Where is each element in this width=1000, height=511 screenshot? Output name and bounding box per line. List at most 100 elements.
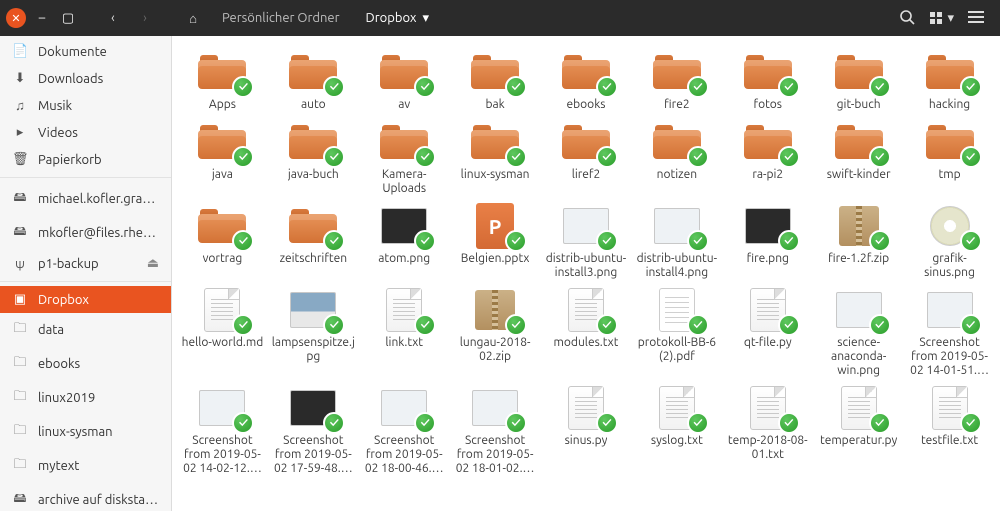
file-item[interactable]: ✓linux-sysman (451, 118, 540, 198)
file-name-label: linux-sysman (461, 168, 530, 182)
hamburger-menu-button[interactable] (968, 10, 984, 27)
folder-icon: ✓ (194, 204, 250, 248)
file-item[interactable]: ✓atom.png (360, 202, 449, 282)
sidebar-item-bookmark-6[interactable]: 🖴archive auf diskstat… (0, 483, 171, 511)
window-close-button[interactable]: ✕ (6, 8, 26, 28)
text-icon: ✓ (740, 386, 796, 430)
file-item[interactable]: ✓grafik-sinus.png (905, 202, 994, 282)
file-item[interactable]: ✓temp-2018-08-01.txt (723, 384, 812, 478)
sync-ok-badge-icon: ✓ (414, 230, 436, 252)
sync-ok-badge-icon: ✓ (778, 146, 800, 168)
file-item[interactable]: ✓av (360, 48, 449, 114)
file-item[interactable]: ✓bak (451, 48, 540, 114)
file-item[interactable]: ✓link.txt (360, 286, 449, 380)
sidebar-item-label: Musik (38, 99, 72, 113)
file-item[interactable]: ✓modules.txt (542, 286, 631, 380)
file-name-label: distrib-ubuntu-install3.png (544, 252, 629, 280)
folder-icon: ✓ (831, 50, 887, 94)
file-item[interactable]: ✓tmp (905, 118, 994, 198)
file-item[interactable]: ✓lungau-2018-02.zip (451, 286, 540, 380)
file-item[interactable]: ✓vortrag (178, 202, 267, 282)
file-item[interactable]: ✓sinus.py (542, 384, 631, 478)
file-item[interactable]: ✓distrib-ubuntu-install4.png (632, 202, 721, 282)
sidebar-item-bookmark-2[interactable]: 🗀ebooks (0, 347, 171, 381)
breadcrumb-current-label: Dropbox (366, 11, 417, 25)
file-item[interactable]: ✓lampsenspitze.jpg (269, 286, 358, 380)
file-item[interactable]: ✓java (178, 118, 267, 198)
sidebar-item-place-2[interactable]: ♫Musik (0, 92, 171, 119)
file-item[interactable]: ✓qt-file.py (723, 286, 812, 380)
file-item[interactable]: ✓hello-world.md (178, 286, 267, 380)
file-item[interactable]: ✓protokoll-BB-6 (2).pdf (632, 286, 721, 380)
sidebar-item-mount-2[interactable]: ψp1-backup⏏ (0, 250, 171, 277)
folder-icon: ✓ (558, 120, 614, 164)
file-item[interactable]: ✓auto (269, 48, 358, 114)
file-item[interactable]: ✓distrib-ubuntu-install3.png (542, 202, 631, 282)
eject-icon[interactable]: ⏏ (147, 256, 159, 271)
home-icon[interactable]: ⌂ (180, 4, 206, 32)
thumb-light-icon: ✓ (194, 386, 250, 430)
file-item[interactable]: ✓fire.png (723, 202, 812, 282)
file-item[interactable]: ✓Screenshot from 2019-05-02 18-00-46.… (360, 384, 449, 478)
window-maximize-button[interactable]: ▢ (58, 8, 78, 28)
folder-icon: ✓ (558, 50, 614, 94)
file-item[interactable]: ✓Screenshot from 2019-05-02 17-59-48.… (269, 384, 358, 478)
file-item[interactable]: ✓science-anaconda-win.png (814, 286, 903, 380)
sidebar-item-label: ebooks (38, 357, 80, 371)
file-item[interactable]: ✓notizen (632, 118, 721, 198)
file-view[interactable]: ✓Apps✓auto✓av✓bak✓ebooks✓fire2✓fotos✓git… (172, 36, 1000, 511)
file-item[interactable]: ✓temperatur.py (814, 384, 903, 478)
file-item[interactable]: ✓ra-pi2 (723, 118, 812, 198)
breadcrumb-dropdown-icon[interactable]: ▾ (423, 11, 430, 26)
sidebar-item-bookmark-0[interactable]: ▣Dropbox (0, 286, 171, 313)
thumb-light-icon: ✓ (376, 386, 432, 430)
folder-icon: ✓ (649, 50, 705, 94)
sidebar-item-bookmark-4[interactable]: 🗀linux-sysman (0, 415, 171, 449)
breadcrumb-home[interactable]: Persönlicher Ordner (212, 4, 350, 32)
sidebar-item-bookmark-1[interactable]: 🗀data (0, 313, 171, 347)
file-item[interactable]: ✓zeitschriften (269, 202, 358, 282)
sync-ok-badge-icon: ✓ (323, 412, 345, 434)
file-name-label: link.txt (385, 336, 423, 350)
sidebar-item-mount-1[interactable]: 🖴mkofler@files.rhei… (0, 216, 171, 250)
sync-ok-badge-icon: ✓ (323, 314, 345, 336)
file-name-label: distrib-ubuntu-install4.png (634, 252, 719, 280)
sync-ok-badge-icon: ✓ (232, 146, 254, 168)
file-item[interactable]: P✓Belgien.pptx (451, 202, 540, 282)
file-item[interactable]: ✓Screenshot from 2019-05-02 14-02-12.… (178, 384, 267, 478)
file-item[interactable]: ✓hacking (905, 48, 994, 114)
file-item[interactable]: ✓java-buch (269, 118, 358, 198)
nav-forward-button[interactable]: › (132, 4, 158, 32)
file-item[interactable]: ✓syslog.txt (632, 384, 721, 478)
file-item[interactable]: ✓Kamera-Uploads (360, 118, 449, 198)
file-item[interactable]: ✓Screenshot from 2019-05-02 18-01-02.… (451, 384, 540, 478)
breadcrumb-current[interactable]: Dropbox ▾ (356, 4, 439, 32)
file-item[interactable]: ✓fire-1.2f.zip (814, 202, 903, 282)
search-icon[interactable] (899, 9, 915, 28)
sidebar-item-mount-0[interactable]: 🖴michael.kofler.graz… (0, 182, 171, 216)
window-minimize-button[interactable]: – (32, 8, 52, 28)
file-item[interactable]: ✓fire2 (632, 48, 721, 114)
sidebar-item-place-0[interactable]: 📄Dokumente (0, 38, 171, 65)
sidebar-item-place-1[interactable]: ⬇Downloads (0, 65, 171, 92)
sidebar-item-place-3[interactable]: ▸Videos (0, 119, 171, 146)
file-item[interactable]: ✓testfile.txt (905, 384, 994, 478)
sidebar-item-place-4[interactable]: 🗑Papierkorb (0, 146, 171, 173)
file-item[interactable]: ✓ebooks (542, 48, 631, 114)
view-mode-button[interactable]: ▾ (929, 11, 954, 26)
file-item[interactable]: ✓fotos (723, 48, 812, 114)
file-name-label: swift-kinder (827, 168, 891, 182)
sidebar-item-bookmark-5[interactable]: 🗀mytext (0, 449, 171, 483)
nav-back-button[interactable]: ‹ (100, 4, 126, 32)
file-item[interactable]: ✓swift-kinder (814, 118, 903, 198)
file-name-label: Screenshot from 2019-05-02 18-01-02.… (453, 434, 538, 476)
file-item[interactable]: ✓Screenshot from 2019-05-02 14-01-51.… (905, 286, 994, 380)
file-item[interactable]: ✓liref2 (542, 118, 631, 198)
sidebar-item-bookmark-3[interactable]: 🗀linux2019 (0, 381, 171, 415)
thumb-light-icon: ✓ (467, 386, 523, 430)
file-item[interactable]: ✓Apps (178, 48, 267, 114)
sidebar-item-label: Downloads (38, 72, 103, 86)
video-icon: ▸ (12, 125, 28, 140)
file-item[interactable]: ✓git-buch (814, 48, 903, 114)
thumb-photo-icon: ✓ (285, 288, 341, 332)
